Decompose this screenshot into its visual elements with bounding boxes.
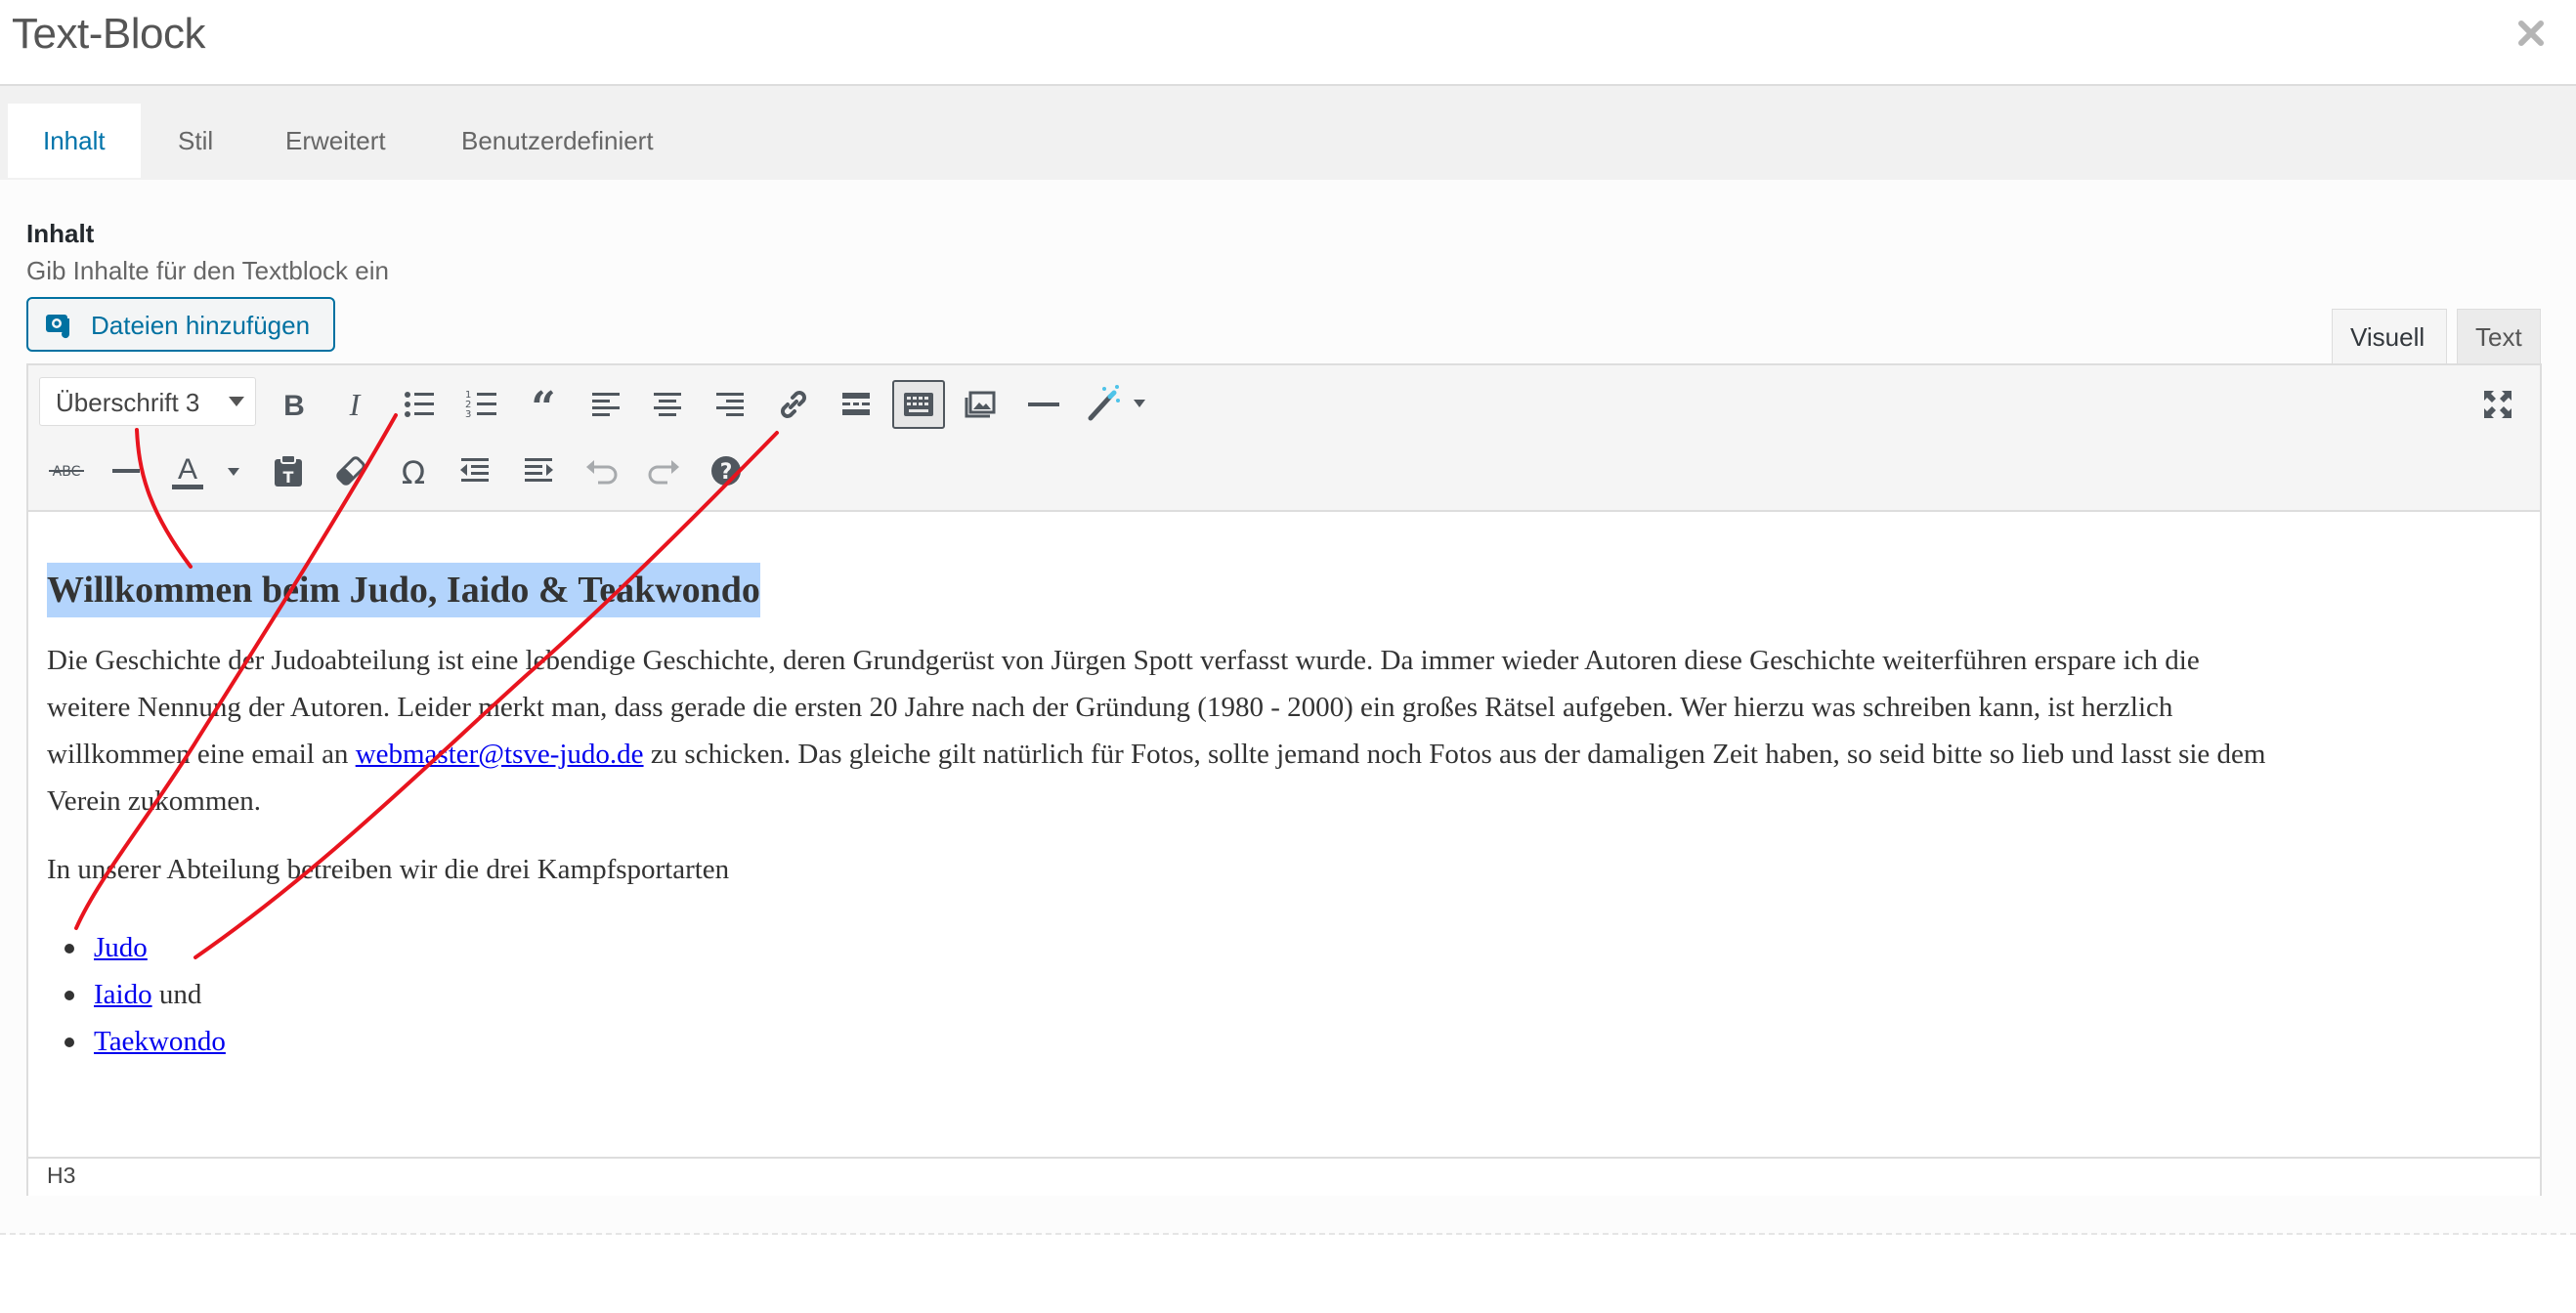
paragraph-line: zu schicken. Das gleiche gilt natürlich … bbox=[643, 739, 2266, 770]
special-character-icon[interactable]: Ω bbox=[394, 451, 433, 490]
divider bbox=[0, 1233, 2576, 1235]
toolbar-toggle-icon[interactable] bbox=[892, 380, 945, 429]
chevron-down-icon bbox=[229, 397, 244, 406]
field-description: Gib Inhalte für den Textblock ein bbox=[26, 256, 389, 285]
align-right-icon[interactable] bbox=[710, 385, 750, 424]
link-icon[interactable] bbox=[774, 385, 813, 424]
align-center-icon[interactable] bbox=[648, 385, 687, 424]
field-label: Inhalt bbox=[26, 219, 95, 248]
bullet bbox=[64, 991, 74, 1000]
numbered-list-icon[interactable]: 123 bbox=[462, 385, 501, 424]
paragraph-line: weitere Nennung der Autoren. Leider merk… bbox=[47, 692, 2173, 723]
bold-icon[interactable]: B bbox=[275, 385, 314, 424]
editor-statusbar bbox=[28, 1157, 2540, 1196]
tab-stil[interactable]: Stil bbox=[143, 104, 248, 178]
paste-as-text-icon[interactable]: T bbox=[269, 451, 308, 490]
svg-text:3: 3 bbox=[465, 409, 471, 420]
paragraph-line: willkommen eine email an bbox=[47, 739, 356, 770]
paragraph-intro[interactable]: In unserer Abteilung betreiben wir die d… bbox=[47, 846, 729, 893]
blockquote-icon[interactable]: “ bbox=[524, 385, 563, 424]
tab-visual[interactable]: Visuell bbox=[2332, 309, 2447, 363]
link-judo[interactable]: Judo bbox=[94, 932, 148, 963]
align-left-icon[interactable] bbox=[586, 385, 625, 424]
bullet bbox=[64, 944, 74, 953]
svg-text:B: B bbox=[283, 390, 305, 422]
tab-text[interactable]: Text bbox=[2457, 309, 2541, 363]
svg-text:T: T bbox=[283, 468, 294, 487]
format-select-value: Überschrift 3 bbox=[56, 388, 200, 417]
format-select[interactable]: Überschrift 3 bbox=[39, 377, 256, 426]
tab-inhalt[interactable]: Inhalt bbox=[8, 104, 141, 178]
modal-title: Text-Block bbox=[12, 10, 205, 58]
list-item-suffix: und bbox=[151, 979, 202, 1010]
svg-text:“: “ bbox=[531, 385, 555, 424]
clear-formatting-icon[interactable] bbox=[331, 451, 370, 490]
close-icon[interactable] bbox=[2513, 16, 2549, 51]
bullet bbox=[64, 1038, 74, 1047]
horizontal-rule-icon[interactable] bbox=[107, 451, 146, 490]
outdent-icon[interactable] bbox=[455, 451, 494, 490]
email-link[interactable]: webmaster@tsve-judo.de bbox=[356, 739, 644, 770]
paragraph-history[interactable]: Die Geschichte der Judoabteilung ist ein… bbox=[47, 637, 2519, 825]
fullscreen-icon[interactable] bbox=[2478, 385, 2517, 424]
element-path[interactable]: H3 bbox=[47, 1163, 75, 1189]
strikethrough-icon[interactable]: ABC bbox=[45, 451, 88, 490]
svg-text:I: I bbox=[349, 387, 362, 422]
gallery-icon[interactable] bbox=[961, 385, 1000, 424]
link-taekwondo[interactable]: Taekwondo bbox=[94, 1026, 226, 1057]
heading-h3[interactable]: Willkommen beim Judo, Iaido & Teakwondo bbox=[47, 563, 760, 617]
tab-benutzerdefiniert[interactable]: Benutzerdefiniert bbox=[426, 104, 689, 178]
list-item: Taekwondo bbox=[64, 1018, 226, 1065]
text-color-icon[interactable]: A bbox=[168, 449, 246, 489]
magic-wand-icon[interactable] bbox=[1085, 383, 1155, 422]
add-files-button[interactable]: Dateien hinzufügen bbox=[26, 297, 335, 352]
svg-text:Ω: Ω bbox=[402, 454, 425, 490]
settings-tabs: Inhalt Stil Erweitert Benutzerdefiniert bbox=[0, 86, 2576, 181]
italic-icon[interactable]: I bbox=[335, 385, 374, 424]
list-item: Iaido und bbox=[64, 971, 202, 1018]
paragraph-line: Die Geschichte der Judoabteilung ist ein… bbox=[47, 645, 2200, 676]
redo-icon[interactable] bbox=[644, 451, 683, 490]
horizontal-line-icon[interactable] bbox=[1024, 385, 1063, 424]
paragraph-line: Verein zukommen. bbox=[47, 785, 262, 817]
svg-text:?: ? bbox=[720, 460, 733, 485]
bulleted-list-icon[interactable] bbox=[400, 385, 439, 424]
svg-text:A: A bbox=[178, 453, 197, 486]
add-files-label: Dateien hinzufügen bbox=[91, 311, 311, 340]
modal-header bbox=[0, 0, 2576, 86]
help-icon[interactable]: ? bbox=[707, 451, 746, 490]
link-iaido[interactable]: Iaido bbox=[94, 979, 152, 1010]
read-more-icon[interactable] bbox=[837, 385, 876, 424]
media-icon bbox=[46, 315, 70, 339]
tab-erweitert[interactable]: Erweitert bbox=[250, 104, 421, 178]
undo-icon[interactable] bbox=[582, 451, 622, 490]
list-item: Judo bbox=[64, 924, 148, 971]
indent-icon[interactable] bbox=[519, 451, 558, 490]
